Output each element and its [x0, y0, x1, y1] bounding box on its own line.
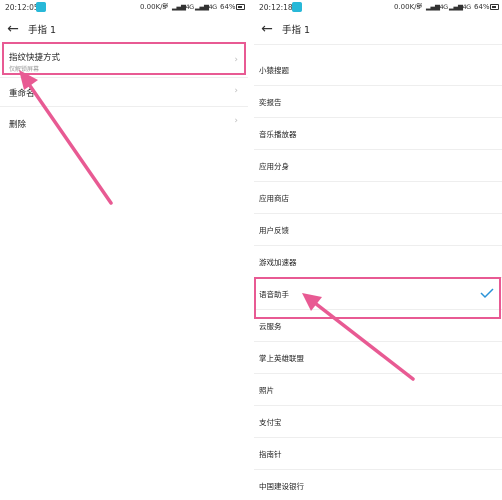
back-arrow-icon[interactable]: ← — [4, 20, 22, 38]
list-item[interactable]: 应用分身 — [254, 150, 502, 182]
notification-icon — [36, 2, 46, 12]
battery-level: 64% — [474, 3, 490, 11]
fingerprint-shortcut-row[interactable]: 指纹快捷方式 仅解锁屏幕 › — [0, 44, 248, 78]
list-item[interactable]: 掌上英雄联盟 — [254, 342, 502, 374]
battery-icon — [236, 4, 245, 10]
status-time: 20:12:18 — [259, 3, 293, 12]
page-title: 手指 1 — [28, 25, 57, 36]
chevron-right-icon: › — [234, 55, 238, 65]
title-bar: ← 手指 1 — [254, 16, 502, 42]
row-label: 重命名 — [9, 89, 35, 99]
list-item[interactable]: 音乐播放器 — [254, 118, 502, 150]
list-item[interactable]: 应用商店 — [254, 182, 502, 214]
chevron-right-icon: › — [234, 116, 238, 126]
left-screen: 20:12:05 0.00K/s ≋ ▂▄▆4G ▂▄▆4G 64% ← 手指 … — [0, 0, 248, 500]
row-label: 指纹快捷方式 — [9, 53, 61, 63]
status-time: 20:12:05 — [5, 3, 39, 12]
list-item[interactable]: 游戏加速器 — [254, 246, 502, 278]
signal-icon: ▂▄▆4G — [426, 3, 448, 11]
back-arrow-icon[interactable]: ← — [258, 20, 276, 38]
row-sublabel: 仅解锁屏幕 — [9, 66, 40, 73]
signal-icon: ▂▄▆4G — [172, 3, 194, 11]
page-title: 手指 1 — [282, 25, 311, 36]
status-bar: 20:12:05 0.00K/s ≋ ▂▄▆4G ▂▄▆4G 64% — [0, 0, 248, 15]
list-item[interactable]: 照片 — [254, 374, 502, 406]
wifi-icon: ≋ — [416, 1, 423, 10]
rename-row[interactable]: 重命名 › — [0, 78, 248, 107]
chevron-right-icon: › — [234, 86, 238, 96]
list-item[interactable]: 奕报告 — [254, 86, 502, 118]
signal-icon: ▂▄▆4G — [449, 3, 471, 11]
battery-level: 64% — [220, 3, 236, 11]
divider — [254, 44, 502, 45]
right-screen: 20:12:18 0.00K/s ≋ ▂▄▆4G ▂▄▆4G 64% ← 手指 … — [254, 0, 502, 500]
row-label: 删除 — [9, 120, 27, 130]
list-item[interactable]: 指南针 — [254, 438, 502, 470]
list-item[interactable]: 用户反馈 — [254, 214, 502, 246]
signal-icon: ▂▄▆4G — [195, 3, 217, 11]
battery-icon — [490, 4, 499, 10]
list-item[interactable]: 中国建设银行 — [254, 470, 502, 500]
title-bar: ← 手指 1 — [0, 16, 248, 42]
list-item-selected[interactable]: 语音助手 — [254, 278, 502, 310]
list-item[interactable]: 支付宝 — [254, 406, 502, 438]
notification-icon — [292, 2, 302, 12]
status-bar: 20:12:18 0.00K/s ≋ ▂▄▆4G ▂▄▆4G 64% — [254, 0, 502, 15]
delete-row[interactable]: 删除 › — [0, 107, 248, 139]
list-item[interactable]: 云服务 — [254, 310, 502, 342]
check-icon — [480, 288, 494, 299]
wifi-icon: ≋ — [162, 1, 169, 10]
list-item[interactable]: 小猿搜题 — [254, 54, 502, 86]
